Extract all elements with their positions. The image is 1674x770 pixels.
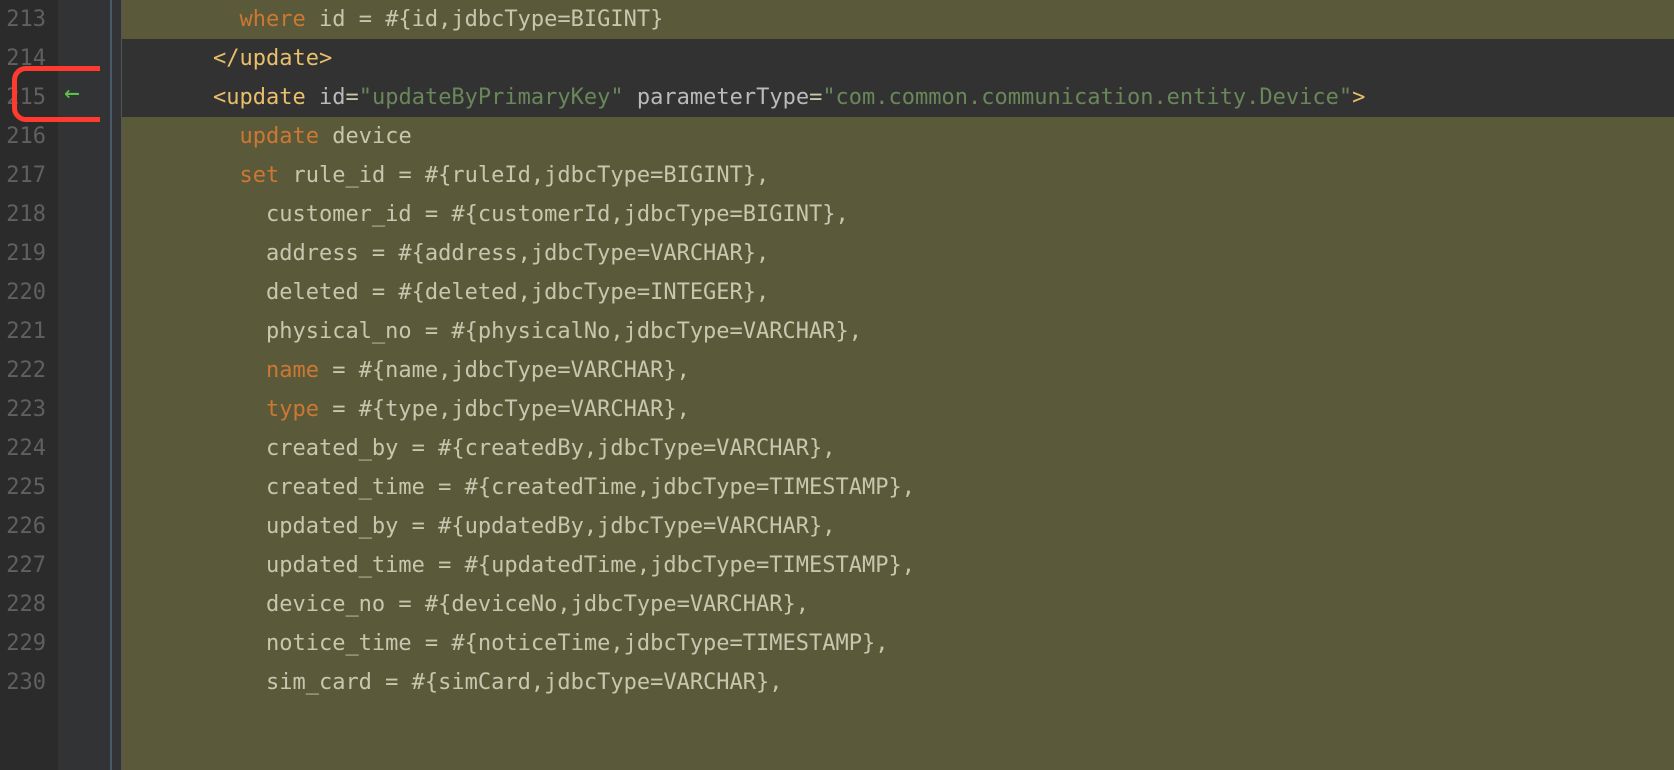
code-text: deleted = #{deleted,jdbcType=INTEGER},: [266, 280, 769, 305]
code-line[interactable]: deleted = #{deleted,jdbcType=INTEGER},: [122, 273, 1674, 312]
gutter-markers-column: ←: [58, 0, 100, 770]
indent: [160, 397, 266, 422]
code-text: device_no = #{deviceNo,jdbcType=VARCHAR}…: [266, 592, 809, 617]
indent: [160, 436, 266, 461]
code-line[interactable]: created_time = #{createdTime,jdbcType=TI…: [122, 468, 1674, 507]
code-area[interactable]: where id = #{id,jdbcType=BIGINT} </updat…: [122, 0, 1674, 770]
line-number[interactable]: 225: [0, 468, 46, 507]
line-number[interactable]: 226: [0, 507, 46, 546]
code-line[interactable]: </update>: [122, 39, 1674, 78]
code-text: = #{name,jdbcType=VARCHAR},: [319, 358, 690, 383]
line-number[interactable]: 218: [0, 195, 46, 234]
indent: [160, 514, 266, 539]
code-line[interactable]: updated_by = #{updatedBy,jdbcType=VARCHA…: [122, 507, 1674, 546]
indent: [160, 553, 266, 578]
code-text: id = #{id,jdbcType=BIGINT}: [306, 7, 664, 32]
line-number[interactable]: 220: [0, 273, 46, 312]
indent: [160, 475, 266, 500]
line-number[interactable]: 216: [0, 117, 46, 156]
line-number[interactable]: 229: [0, 624, 46, 663]
line-number[interactable]: 221: [0, 312, 46, 351]
code-line[interactable]: physical_no = #{physicalNo,jdbcType=VARC…: [122, 312, 1674, 351]
indent: [160, 358, 266, 383]
line-number[interactable]: 214: [0, 39, 46, 78]
code-editor: 2132142152162172182192202212222232242252…: [0, 0, 1674, 770]
indent: [160, 280, 266, 305]
highlight-word: type: [266, 397, 319, 422]
line-number[interactable]: 230: [0, 663, 46, 702]
code-text: physical_no = #{physicalNo,jdbcType=VARC…: [266, 319, 862, 344]
code-line[interactable]: address = #{address,jdbcType=VARCHAR},: [122, 234, 1674, 273]
xml-attr-name: parameterType: [637, 85, 809, 110]
xml-attr-name: id: [319, 85, 346, 110]
code-text: address = #{address,jdbcType=VARCHAR},: [266, 241, 769, 266]
line-number[interactable]: 227: [0, 546, 46, 585]
navigate-back-arrow-icon[interactable]: ←: [64, 80, 80, 106]
code-line[interactable]: <update id="updateByPrimaryKey" paramete…: [122, 78, 1674, 117]
xml-attr-value: "com.common.communication.entity.Device": [822, 85, 1352, 110]
indent: [160, 670, 266, 695]
line-number[interactable]: 215: [0, 78, 46, 117]
code-text: notice_time = #{noticeTime,jdbcType=TIME…: [266, 631, 889, 656]
line-number[interactable]: 223: [0, 390, 46, 429]
indent: [160, 319, 266, 344]
code-line[interactable]: device_no = #{deviceNo,jdbcType=VARCHAR}…: [122, 585, 1674, 624]
code-text: rule_id = #{ruleId,jdbcType=BIGINT},: [279, 163, 769, 188]
highlight-word: name: [266, 358, 319, 383]
code-line[interactable]: customer_id = #{customerId,jdbcType=BIGI…: [122, 195, 1674, 234]
code-text: updated_time = #{updatedTime,jdbcType=TI…: [266, 553, 915, 578]
code-text: created_by = #{createdBy,jdbcType=VARCHA…: [266, 436, 836, 461]
line-number-gutter: 2132142152162172182192202212222232242252…: [0, 0, 58, 770]
xml-attr-value: "updateByPrimaryKey": [359, 85, 624, 110]
code-line[interactable]: update device: [122, 117, 1674, 156]
code-text: sim_card = #{simCard,jdbcType=VARCHAR},: [266, 670, 783, 695]
indent: [160, 124, 239, 149]
indent: [160, 163, 239, 188]
indent: [160, 85, 213, 110]
code-line[interactable]: notice_time = #{noticeTime,jdbcType=TIME…: [122, 624, 1674, 663]
indent: [160, 7, 239, 32]
code-line[interactable]: set rule_id = #{ruleId,jdbcType=BIGINT},: [122, 156, 1674, 195]
line-number[interactable]: 219: [0, 234, 46, 273]
indent: [160, 592, 266, 617]
sql-keyword: set: [239, 163, 279, 188]
code-line[interactable]: type = #{type,jdbcType=VARCHAR},: [122, 390, 1674, 429]
code-line[interactable]: updated_time = #{updatedTime,jdbcType=TI…: [122, 546, 1674, 585]
xml-close-tag: </update>: [213, 46, 332, 71]
indent: [160, 631, 266, 656]
code-line[interactable]: where id = #{id,jdbcType=BIGINT}: [122, 0, 1674, 39]
code-text: customer_id = #{customerId,jdbcType=BIGI…: [266, 202, 849, 227]
sql-keyword: update: [239, 124, 318, 149]
code-text: device: [319, 124, 412, 149]
xml-lt: <: [213, 85, 226, 110]
line-number[interactable]: 222: [0, 351, 46, 390]
indent: [160, 46, 213, 71]
xml-tag-name: update: [226, 85, 305, 110]
line-number[interactable]: 217: [0, 156, 46, 195]
sql-keyword: where: [239, 7, 305, 32]
code-text: = #{type,jdbcType=VARCHAR},: [319, 397, 690, 422]
line-number[interactable]: 224: [0, 429, 46, 468]
indent: [160, 241, 266, 266]
code-text: created_time = #{createdTime,jdbcType=TI…: [266, 475, 915, 500]
indent: [160, 202, 266, 227]
code-line[interactable]: name = #{name,jdbcType=VARCHAR},: [122, 351, 1674, 390]
line-number[interactable]: 213: [0, 0, 46, 39]
fold-column: [100, 0, 122, 770]
line-number[interactable]: 228: [0, 585, 46, 624]
code-line[interactable]: created_by = #{createdBy,jdbcType=VARCHA…: [122, 429, 1674, 468]
code-line[interactable]: sim_card = #{simCard,jdbcType=VARCHAR},: [122, 663, 1674, 702]
code-text: updated_by = #{updatedBy,jdbcType=VARCHA…: [266, 514, 836, 539]
xml-gt: >: [1352, 85, 1365, 110]
